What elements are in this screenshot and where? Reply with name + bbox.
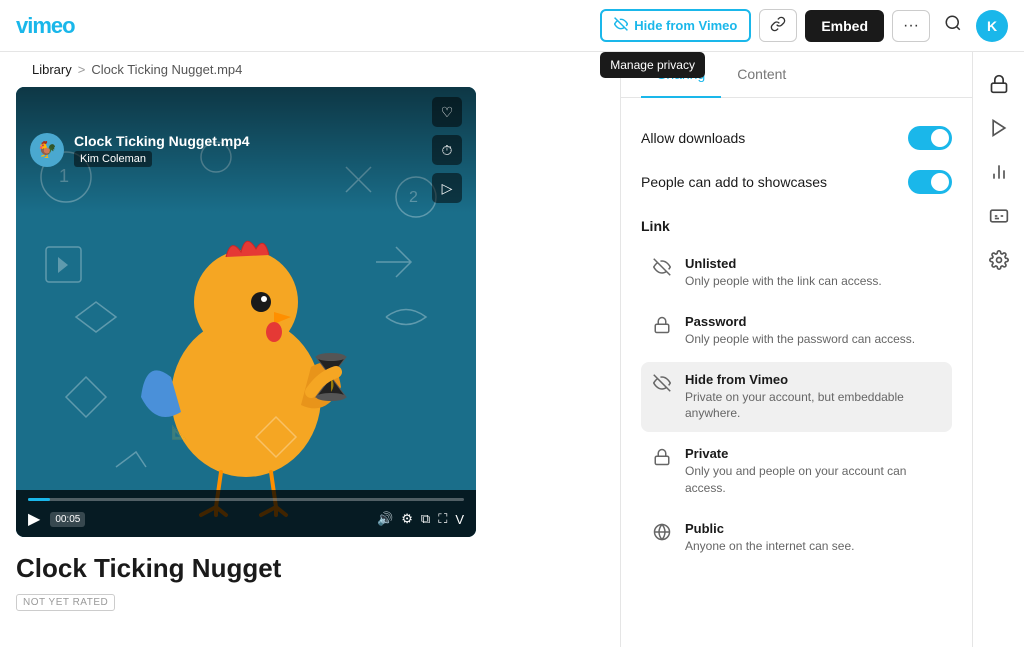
watchlater-button[interactable]: ⏱ [432,135,462,165]
video-user-name: Kim Coleman [74,151,152,167]
controls-right: 🔊 ⚙ ⧉ ⛶ V [377,511,464,527]
video-top-icons: ♡ ⏱ ▷ [432,97,462,203]
hide-vimeo-text: Hide from Vimeo Private on your account,… [685,372,940,423]
breadcrumb-library[interactable]: Library [32,62,72,77]
video-controls: ▶ 00:05 🔊 ⚙ ⧉ ⛶ V [16,490,476,537]
top-nav: vimeo Hide from Vimeo Manage privacy Emb… [0,0,1024,52]
right-panel: Sharing Content Allow downloads People c… [620,52,972,647]
nav-actions: Hide from Vimeo Manage privacy Embed ···… [600,8,1008,43]
breadcrumb-separator: > [78,62,86,77]
public-text: Public Anyone on the internet can see. [685,521,854,555]
link-option-public[interactable]: Public Anyone on the internet can see. [641,511,952,565]
breadcrumb-current: Clock Ticking Nugget.mp4 [91,62,242,77]
video-main-title: Clock Ticking Nugget [16,553,604,584]
unlisted-text: Unlisted Only people with the link can a… [685,256,882,290]
video-title-text: Clock Ticking Nugget.mp4 [74,133,250,149]
svg-text:📐: 📐 [171,424,188,441]
share-button[interactable]: ▷ [432,173,462,203]
vimeo-logo: vimeo [16,13,75,39]
link-option-unlisted[interactable]: Unlisted Only people with the link can a… [641,246,952,300]
pip-button[interactable]: ⧉ [421,511,430,527]
link-section-title: Link [641,218,952,234]
nav-left: vimeo [16,13,75,39]
progress-bar-bg[interactable] [28,498,464,501]
link-option-password[interactable]: Password Only people with the password c… [641,304,952,358]
allow-downloads-toggle[interactable] [908,126,952,150]
video-title-info: Clock Ticking Nugget.mp4 Kim Coleman [74,133,250,167]
unlisted-icon [653,258,673,281]
avatar[interactable]: K [976,10,1008,42]
link-button[interactable] [759,9,797,42]
video-title-area: 🐓 Clock Ticking Nugget.mp4 Kim Coleman [30,133,250,167]
video-avatar: 🐓 [30,133,64,167]
time-badge: 00:05 [50,512,85,527]
right-sidebar [972,52,1024,647]
more-button[interactable]: ··· [892,10,930,42]
settings-sidebar-icon[interactable] [979,240,1019,280]
add-showcases-toggle[interactable] [908,170,952,194]
password-icon [653,316,673,339]
fullscreen-button[interactable]: ⛶ [438,511,447,527]
analytics-sidebar-icon[interactable] [979,152,1019,192]
play-button[interactable]: ▶ [28,509,40,529]
left-content: Library > Clock Ticking Nugget.mp4 1 2 [0,52,620,647]
link-option-private[interactable]: Private Only you and people on your acco… [641,436,952,507]
hide-from-vimeo-button[interactable]: Hide from Vimeo [600,9,751,42]
privacy-sidebar-icon[interactable] [979,64,1019,104]
tab-content[interactable]: Content [721,52,802,98]
volume-button[interactable]: 🔊 [377,511,393,527]
embed-button[interactable]: Embed [805,10,884,42]
manage-privacy-tooltip: Manage privacy [600,52,705,78]
private-icon [653,448,673,471]
progress-bar-fill [28,498,50,501]
controls-row: ▶ 00:05 🔊 ⚙ ⧉ ⛶ V [28,509,464,529]
video-top-bar: 🐓 Clock Ticking Nugget.mp4 Kim Coleman ♡… [16,87,476,213]
password-text: Password Only people with the password c… [685,314,915,348]
rating-badge: NOT YET RATED [16,594,115,611]
private-text: Private Only you and people on your acco… [685,446,940,497]
allow-downloads-row: Allow downloads [641,118,952,158]
breadcrumb: Library > Clock Ticking Nugget.mp4 [16,52,604,87]
add-showcases-label: People can add to showcases [641,174,827,190]
video-player: 1 2 📐 [16,87,476,537]
link-option-hide-from-vimeo[interactable]: Hide from Vimeo Private on your account,… [641,362,952,433]
favorite-button[interactable]: ♡ [432,97,462,127]
add-showcases-row: People can add to showcases [641,162,952,202]
video-sidebar-icon[interactable] [979,108,1019,148]
panel-content: Allow downloads People can add to showca… [621,98,972,647]
vimeo-watermark[interactable]: V [455,512,464,527]
main-layout: Library > Clock Ticking Nugget.mp4 1 2 [0,52,1024,647]
hide-vimeo-icon [653,374,673,397]
allow-downloads-label: Allow downloads [641,130,745,146]
public-icon [653,523,673,546]
eye-slash-icon [614,17,628,34]
settings-button[interactable]: ⚙ [401,511,413,527]
search-button[interactable] [938,8,968,43]
captions-sidebar-icon[interactable] [979,196,1019,236]
